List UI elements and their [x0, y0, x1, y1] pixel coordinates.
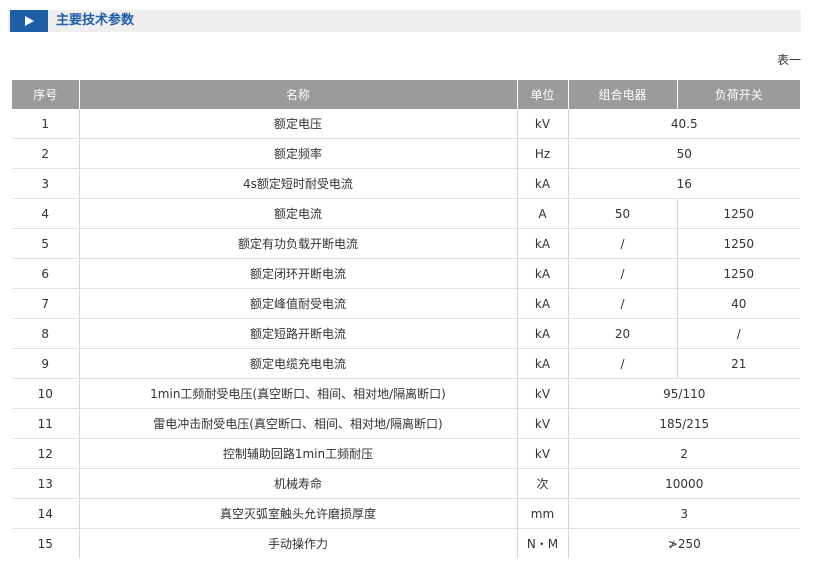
cell-no: 4	[12, 198, 79, 229]
cell-no: 14	[12, 498, 79, 529]
cell-unit: kA	[516, 348, 568, 379]
header-combo: 组合电器	[567, 80, 677, 109]
cell-no: 6	[12, 258, 79, 289]
table-row: 8 额定短路开断电流 kA 20/	[12, 318, 800, 349]
table-row: 12 控制辅助回路1min工频耐压 kV 2	[12, 438, 800, 469]
cell-unit: kA	[516, 168, 568, 199]
section-title: 主要技术参数	[56, 13, 135, 28]
table-row: 2 额定频率 Hz 50	[12, 138, 800, 169]
cell-no: 12	[12, 438, 79, 469]
cell-unit: kA	[516, 318, 568, 349]
cell-unit: kA	[516, 228, 568, 259]
cell-no: 8	[12, 318, 79, 349]
table-row: 7 额定峰值耐受电流 kA/40	[12, 288, 800, 319]
cell-unit: kV	[516, 438, 568, 469]
table-row: 5 额定有功负载开断电流 kA/1250	[12, 228, 800, 259]
cell-name: 额定频率	[78, 138, 517, 169]
cell-combo: /	[567, 348, 677, 379]
cell-unit: N・M	[516, 528, 568, 558]
cell-name: 真空灭弧室触头允许磨损厚度	[78, 498, 517, 529]
cell-no: 1	[12, 109, 79, 139]
cell-switch: 1250	[676, 228, 800, 259]
cell-name: 额定峰值耐受电流	[78, 288, 517, 319]
table-body: 1 额定电压 kV 40.5 2 额定频率 Hz 50 3 4s额定短时耐受电流 kA 16 4 额定电流…	[12, 109, 800, 558]
cell-name: 1min工频耐受电压(真空断口、相间、相对地/隔离断口)	[78, 378, 517, 409]
table-row: 9 额定电缆充电电流 kA/21	[12, 348, 800, 379]
cell-unit: kV	[516, 408, 568, 439]
cell-name: 额定电流	[78, 198, 517, 229]
cell-value: ≯250	[567, 528, 800, 558]
cell-unit: kA	[516, 258, 568, 289]
cell-value: 2	[567, 438, 800, 469]
cell-combo: /	[567, 258, 677, 289]
spec-table: 序号 名称 单位 组合电器 负荷开关 1 额定电压 kV 40.5 2 额定频率 Hz 50 3…	[12, 80, 800, 558]
cell-unit: kA	[516, 288, 568, 319]
cell-value: 3	[567, 498, 800, 529]
cell-no: 9	[12, 348, 79, 379]
cell-unit: kV	[516, 109, 568, 139]
table-header-row: 序号 名称 单位 组合电器 负荷开关	[12, 80, 800, 109]
header-switch: 负荷开关	[676, 80, 800, 109]
cell-no: 2	[12, 138, 79, 169]
table-row: 10 1min工频耐受电压(真空断口、相间、相对地/隔离断口) kV 95/110	[12, 378, 800, 409]
header-name: 名称	[78, 80, 517, 109]
cell-name: 额定有功负载开断电流	[78, 228, 517, 259]
table-row: 1 额定电压 kV 40.5	[12, 109, 800, 139]
play-triangle-icon	[10, 10, 48, 32]
table-row: 13 机械寿命次 10000	[12, 468, 800, 499]
cell-value: 16	[567, 168, 800, 199]
cell-value: 185/215	[567, 408, 800, 439]
table-row: 11 雷电冲击耐受电压(真空断口、相间、相对地/隔离断口) kV 185/215	[12, 408, 800, 439]
cell-switch: 40	[676, 288, 800, 319]
cell-no: 10	[12, 378, 79, 409]
cell-name: 机械寿命	[78, 468, 517, 499]
cell-name: 额定电缆充电电流	[78, 348, 517, 379]
cell-name: 额定电压	[78, 109, 517, 139]
cell-unit: mm	[516, 498, 568, 529]
table-row: 15 手动操作力 N・M ≯250	[12, 528, 800, 558]
cell-name: 额定短路开断电流	[78, 318, 517, 349]
table-row: 6 额定闭环开断电流 kA/1250	[12, 258, 800, 289]
cell-name: 手动操作力	[78, 528, 517, 558]
cell-switch: 21	[676, 348, 800, 379]
cell-no: 5	[12, 228, 79, 259]
cell-switch: /	[676, 318, 800, 349]
table-row: 4 额定电流 A 50 1250	[12, 198, 800, 229]
cell-combo: /	[567, 228, 677, 259]
cell-no: 13	[12, 468, 79, 499]
cell-value: 40.5	[567, 109, 800, 139]
cell-name: 控制辅助回路1min工频耐压	[78, 438, 517, 469]
cell-name: 4s额定短时耐受电流	[78, 168, 517, 199]
table-row: 14 真空灭弧室触头允许磨损厚度 mm 3	[12, 498, 800, 529]
cell-name: 额定闭环开断电流	[78, 258, 517, 289]
cell-unit: Hz	[516, 138, 568, 169]
cell-no: 11	[12, 408, 79, 439]
cell-name: 雷电冲击耐受电压(真空断口、相间、相对地/隔离断口)	[78, 408, 517, 439]
table-tag: 表一	[776, 53, 801, 67]
cell-unit: A	[516, 198, 568, 229]
cell-switch: 1250	[676, 258, 800, 289]
cell-unit: kV	[516, 378, 568, 409]
cell-combo: 20	[567, 318, 677, 349]
cell-no: 3	[12, 168, 79, 199]
cell-value: 50	[567, 138, 800, 169]
cell-unit: 次	[516, 468, 568, 499]
cell-combo: /	[567, 288, 677, 319]
header-unit: 单位	[516, 80, 568, 109]
cell-combo: 50	[567, 198, 677, 229]
cell-value: 95/110	[567, 378, 800, 409]
table-row: 3 4s额定短时耐受电流 kA 16	[12, 168, 800, 199]
cell-switch: 1250	[676, 198, 800, 229]
cell-value: 10000	[567, 468, 800, 499]
header-no: 序号	[12, 80, 79, 109]
cell-no: 15	[37, 536, 53, 551]
cell-no: 7	[12, 288, 79, 319]
